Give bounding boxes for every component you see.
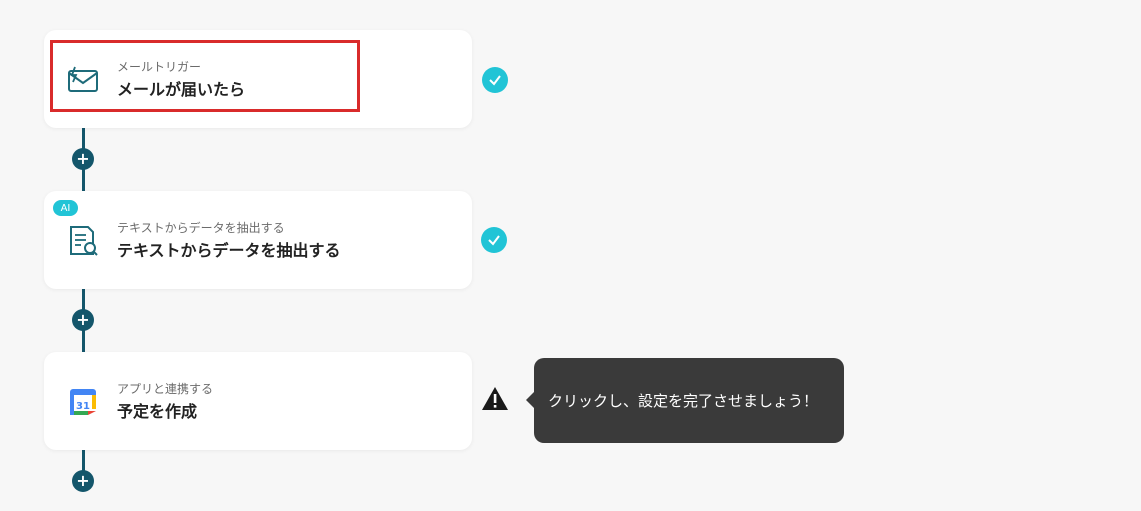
add-step-button[interactable]: + — [72, 309, 94, 331]
step-subtitle: テキストからデータを抽出する — [117, 221, 285, 235]
step-subtitle: アプリと連携する — [117, 382, 214, 396]
warning-icon — [481, 386, 509, 412]
step-title: 予定を作成 — [117, 402, 198, 421]
mail-trigger-icon — [66, 63, 100, 97]
setup-tooltip: クリックし、設定を完了させましょう！ — [526, 358, 844, 443]
calendar-day-label: 31 — [76, 401, 90, 412]
document-search-icon — [66, 224, 100, 258]
tooltip-text: クリックし、設定を完了させましょう！ — [548, 392, 819, 410]
add-step-button[interactable]: + — [72, 470, 94, 492]
google-calendar-icon: 31 — [66, 385, 100, 419]
check-icon — [481, 227, 507, 253]
ai-badge: AI — [53, 200, 78, 216]
step-subtitle: メールトリガー — [117, 60, 202, 74]
step-title: メールが届いたら — [117, 80, 246, 99]
step-title: テキストからデータを抽出する — [117, 241, 341, 260]
step-card-create-event[interactable]: 31 アプリと連携する 予定を作成 — [44, 352, 472, 450]
step-card-mail-trigger[interactable]: メールトリガー メールが届いたら — [44, 30, 472, 128]
check-icon — [482, 67, 508, 93]
step-card-extract-text[interactable]: テキストからデータを抽出する テキストからデータを抽出する — [44, 191, 472, 289]
tooltip-arrow — [526, 392, 534, 408]
add-step-button[interactable]: + — [72, 148, 94, 170]
